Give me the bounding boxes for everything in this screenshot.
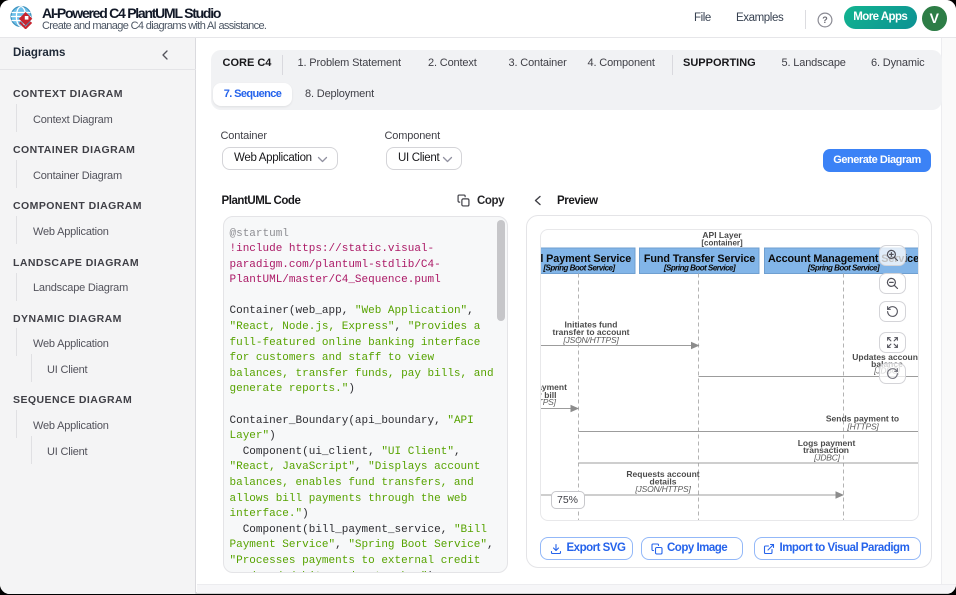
svg-text:[JSON/HTTPS]: [JSON/HTTPS]: [634, 484, 691, 494]
svg-text:[JSON/HTTPS]: [JSON/HTTPS]: [562, 335, 619, 345]
svg-text:[JDBC]: [JDBC]: [813, 452, 841, 462]
svg-text:[container]: [container]: [701, 239, 743, 248]
svg-text:[Spring Boot Service]: [Spring Boot Service]: [806, 264, 879, 273]
svg-text:[HTTPS]: [HTTPS]: [846, 422, 879, 432]
svg-text:?: ?: [822, 15, 828, 25]
svg-text:[HTTPS]: [HTTPS]: [541, 397, 557, 407]
svg-text:[Spring Boot Service]: [Spring Boot Service]: [542, 264, 615, 273]
svg-text:[Spring Boot Service]: [Spring Boot Service]: [662, 264, 735, 273]
